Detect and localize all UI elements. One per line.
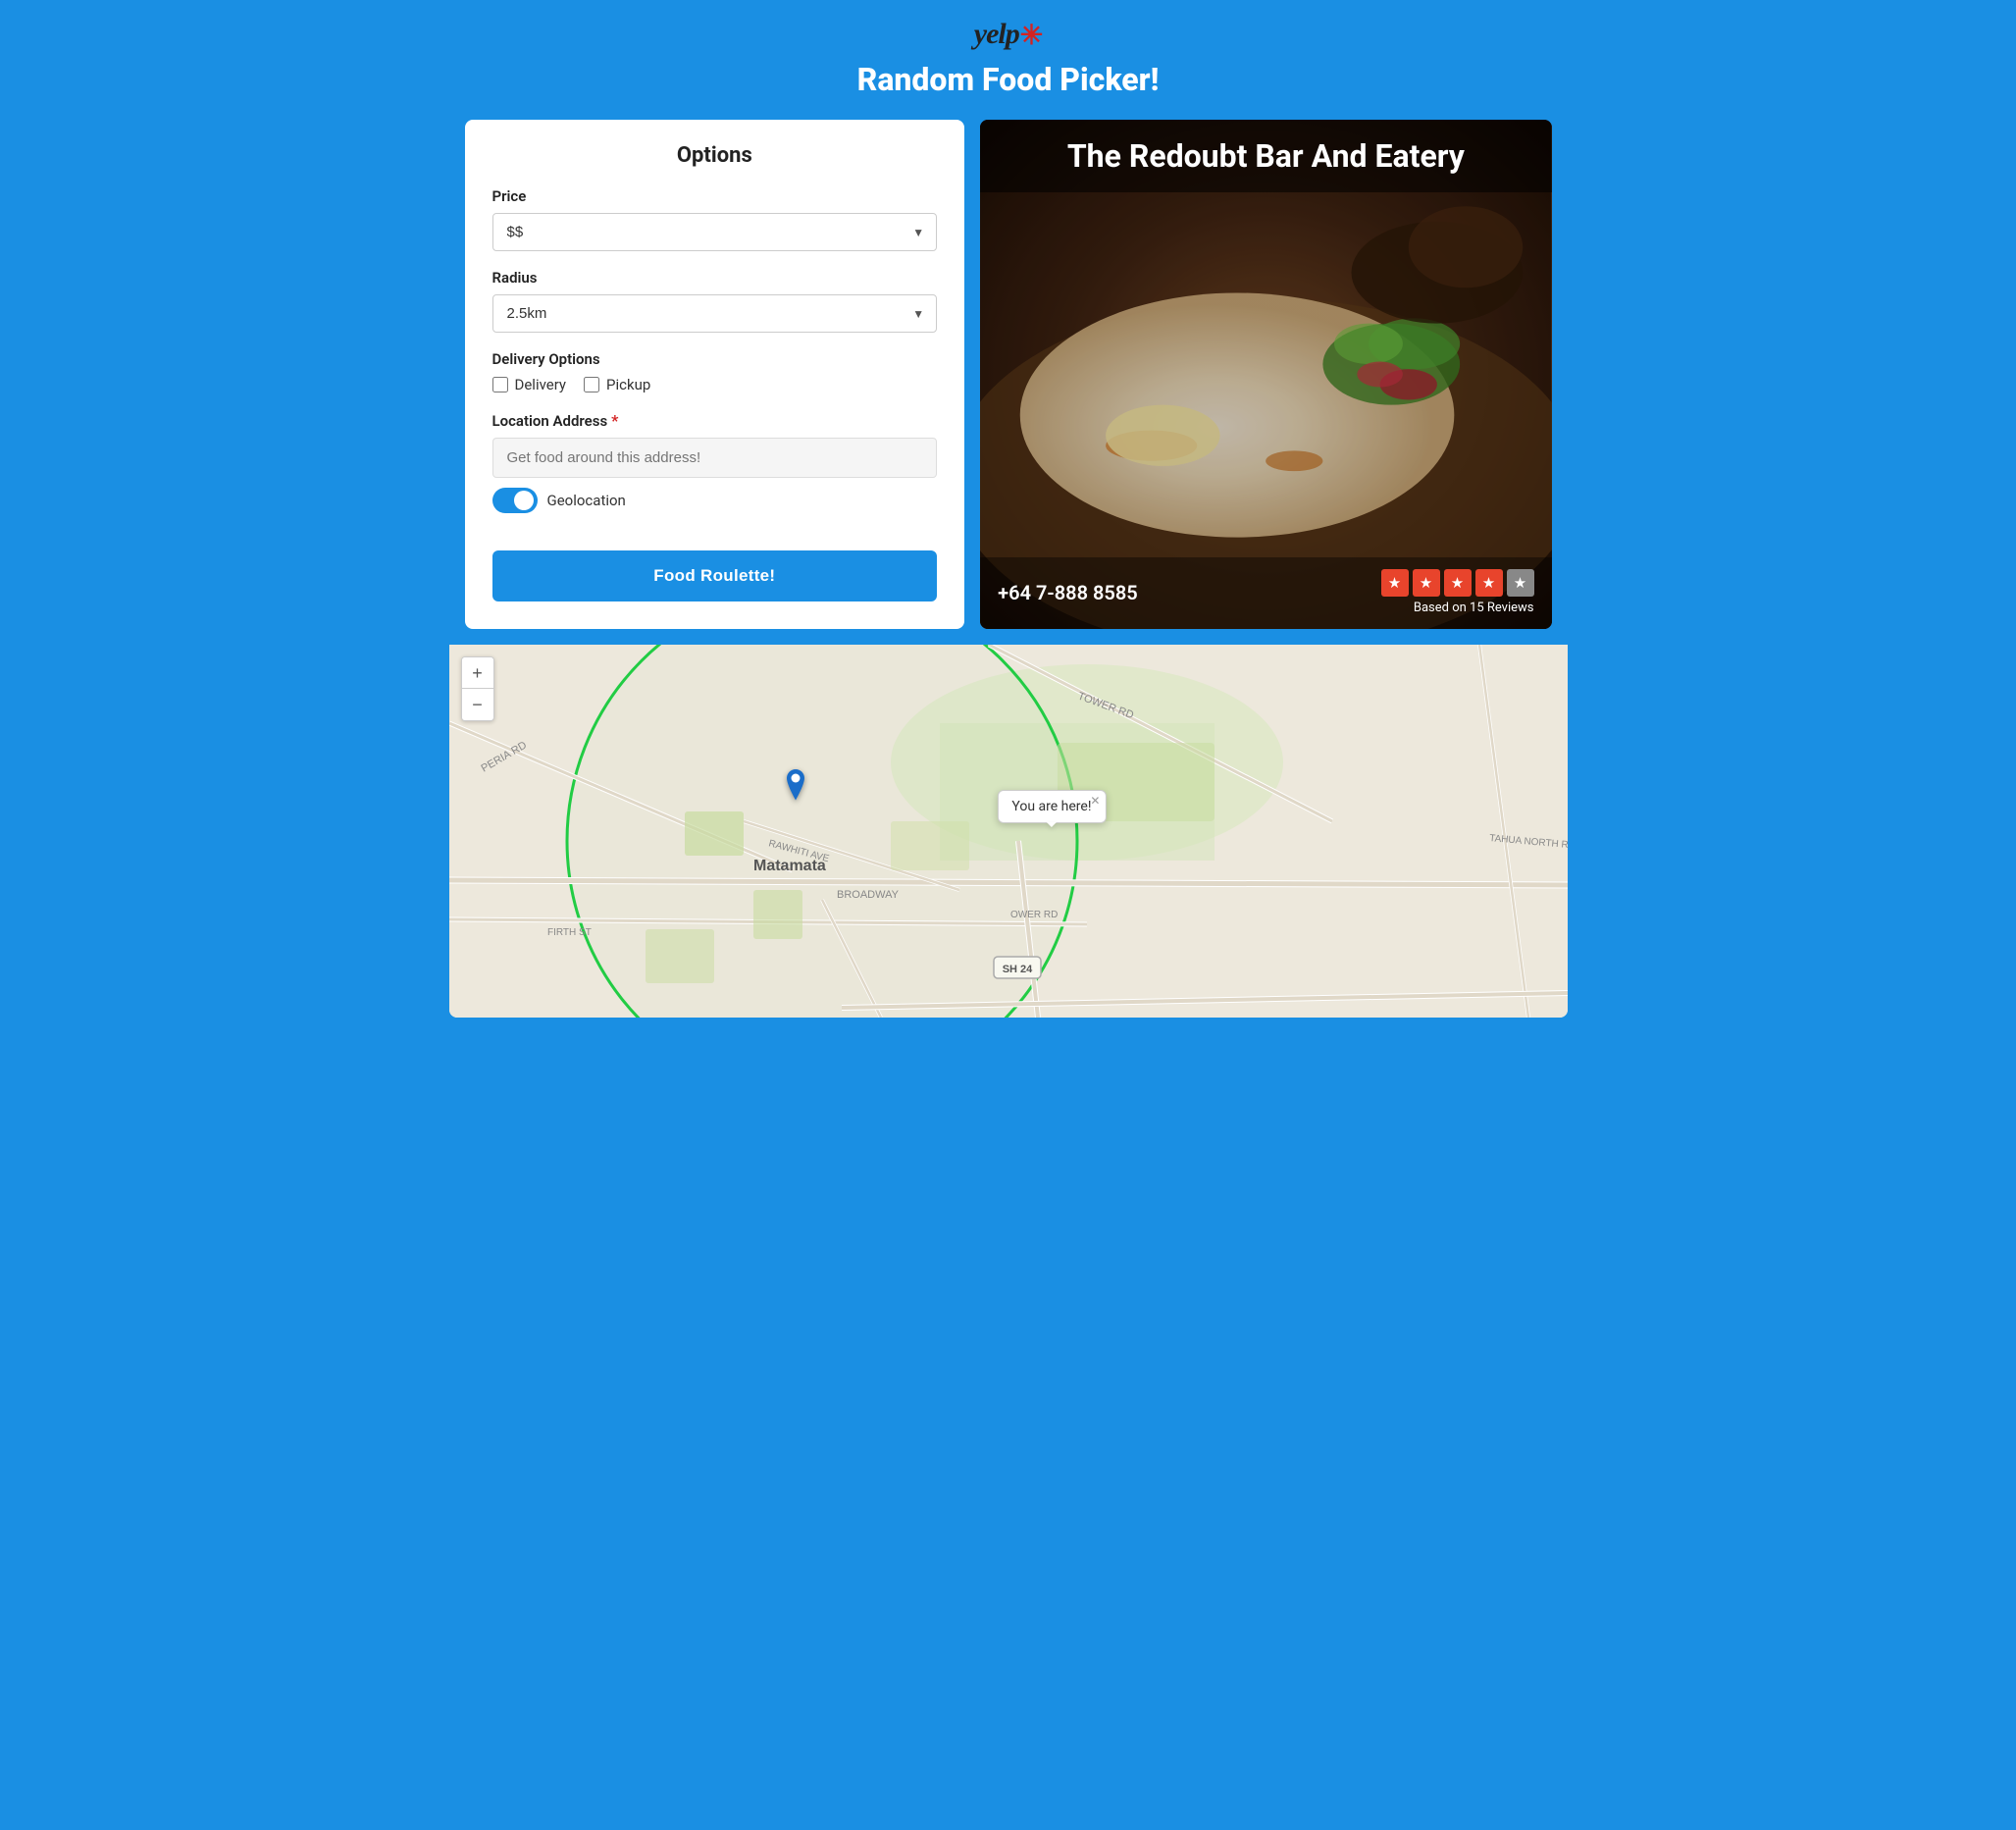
price-select[interactable]: $ $$ $$$ $$$$	[493, 214, 937, 250]
popup-close-button[interactable]: ✕	[1090, 794, 1100, 808]
delivery-options-group: Delivery Options Delivery Pickup	[492, 350, 938, 393]
radius-select-wrapper[interactable]: 1km 2.5km 5km 10km 25km ▼	[492, 294, 938, 333]
svg-text:FIRTH ST: FIRTH ST	[547, 927, 592, 938]
pickup-checkbox-item[interactable]: Pickup	[584, 376, 650, 393]
star-4: ★	[1475, 569, 1503, 597]
food-roulette-button[interactable]: Food Roulette!	[492, 550, 938, 601]
location-label-row: Location Address *	[492, 411, 938, 430]
yelp-burst-icon: ✳	[1020, 19, 1042, 51]
page-title: Random Food Picker!	[0, 61, 2016, 98]
star-5-symbol: ★	[1514, 574, 1526, 592]
restaurant-bottom-bar: +64 7-888 8585 ★ ★ ★ ★ ★ Based on 15 Rev…	[980, 557, 1551, 629]
star-2-symbol: ★	[1420, 574, 1432, 592]
star-2: ★	[1413, 569, 1440, 597]
star-4-symbol: ★	[1482, 574, 1495, 592]
options-title: Options	[492, 143, 938, 168]
required-star: *	[611, 411, 618, 430]
delivery-checkboxes-row: Delivery Pickup	[492, 376, 938, 393]
svg-text:BROADWAY: BROADWAY	[837, 889, 900, 901]
location-label: Location Address	[492, 412, 608, 430]
delivery-checkbox-item[interactable]: Delivery	[492, 376, 567, 393]
delivery-checkbox-label: Delivery	[515, 376, 567, 393]
location-address-input[interactable]	[492, 438, 938, 478]
main-content: Options Price $ $$ $$$ $$$$ ▼ Radius 1km…	[449, 120, 1568, 645]
rating-section: ★ ★ ★ ★ ★ Based on 15 Reviews	[1381, 569, 1534, 615]
you-are-here-popup: ✕ You are here!	[997, 790, 1106, 823]
price-select-wrapper[interactable]: $ $$ $$$ $$$$ ▼	[492, 213, 938, 251]
star-1: ★	[1381, 569, 1409, 597]
map-container: PERIA RD TOWER RD RAWHITI AVE BROADWAY F…	[449, 645, 1568, 1018]
star-3-symbol: ★	[1451, 574, 1464, 592]
toggle-slider	[492, 488, 538, 513]
radius-select[interactable]: 1km 2.5km 5km 10km 25km	[493, 295, 937, 332]
map-svg: PERIA RD TOWER RD RAWHITI AVE BROADWAY F…	[449, 645, 1568, 1018]
map-pin	[782, 769, 809, 809]
you-are-here-text: You are here!	[1011, 799, 1091, 814]
restaurant-name: The Redoubt Bar And Eatery	[1067, 137, 1465, 175]
header: yelp ✳ Random Food Picker!	[0, 0, 2016, 120]
reviews-text: Based on 15 Reviews	[1414, 601, 1534, 615]
yelp-logo: yelp ✳	[974, 18, 1042, 51]
yelp-wordmark: yelp	[974, 18, 1019, 51]
geolocation-label: Geolocation	[547, 492, 626, 509]
restaurant-card: The Redoubt Bar And Eatery +64 7-888 858…	[980, 120, 1551, 629]
map-zoom-controls: + −	[461, 656, 494, 721]
geolocation-row: Geolocation	[492, 488, 938, 513]
location-field-group: Location Address * Geolocation	[492, 411, 938, 513]
radius-field-group: Radius 1km 2.5km 5km 10km 25km ▼	[492, 269, 938, 333]
star-1-symbol: ★	[1388, 574, 1401, 592]
map-section: PERIA RD TOWER RD RAWHITI AVE BROADWAY F…	[449, 645, 1568, 1018]
radius-label: Radius	[492, 269, 938, 287]
star-5: ★	[1507, 569, 1534, 597]
star-3: ★	[1444, 569, 1472, 597]
food-image-overlay	[980, 120, 1551, 629]
svg-text:OWER RD: OWER RD	[1010, 910, 1058, 920]
restaurant-phone: +64 7-888 8585	[998, 581, 1138, 604]
delivery-checkbox[interactable]	[492, 377, 508, 392]
zoom-out-button[interactable]: −	[462, 689, 493, 720]
delivery-options-label: Delivery Options	[492, 350, 938, 368]
pickup-checkbox-label: Pickup	[606, 376, 650, 393]
stars-row: ★ ★ ★ ★ ★	[1381, 569, 1534, 597]
price-field-group: Price $ $$ $$$ $$$$ ▼	[492, 187, 938, 251]
pickup-checkbox[interactable]	[584, 377, 599, 392]
svg-text:Matamata: Matamata	[753, 858, 826, 874]
svg-text:SH 24: SH 24	[1002, 964, 1032, 975]
geolocation-toggle[interactable]	[492, 488, 538, 513]
location-pin-icon	[782, 769, 809, 805]
zoom-in-button[interactable]: +	[462, 657, 493, 689]
options-panel: Options Price $ $$ $$$ $$$$ ▼ Radius 1km…	[465, 120, 965, 629]
restaurant-name-overlay: The Redoubt Bar And Eatery	[980, 120, 1551, 192]
price-label: Price	[492, 187, 938, 205]
